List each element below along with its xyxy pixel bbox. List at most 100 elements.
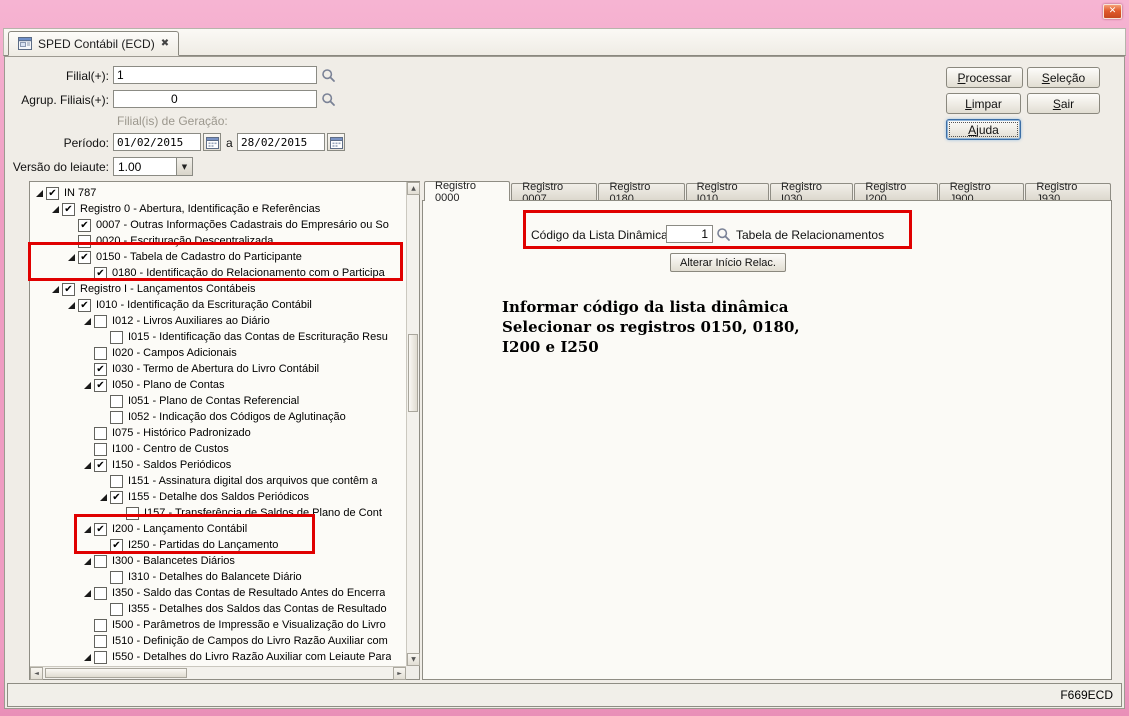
tree-expand-icon[interactable] <box>82 555 94 567</box>
processar-button[interactable]: Processar <box>946 67 1023 88</box>
tree-item-0020[interactable]: 0020 - Escrituração Descentralizada <box>30 233 406 249</box>
tab-registro-j930[interactable]: Registro J930 <box>1025 181 1112 205</box>
tree-checkbox[interactable]: ✔ <box>94 362 107 376</box>
tree-item-i150[interactable]: ✔ I150 - Saldos Periódicos <box>30 457 406 473</box>
tree-checkbox[interactable] <box>94 618 107 632</box>
tree-checkbox[interactable] <box>94 442 107 456</box>
tree-item-i075[interactable]: I075 - Histórico Padronizado <box>30 425 406 441</box>
codigo-lista-dinamica-input[interactable] <box>666 225 713 243</box>
tree-vertical-scrollbar[interactable]: ▲ ▼ <box>406 182 420 666</box>
tab-registro-0007[interactable]: Registro 0007 <box>511 181 598 205</box>
filial-input[interactable] <box>113 66 317 84</box>
search-icon[interactable] <box>321 92 336 107</box>
tab-registro-i010[interactable]: Registro I010 <box>685 181 770 205</box>
tab-registro-i200[interactable]: Registro I200 <box>854 181 938 205</box>
tree-expand-icon[interactable] <box>66 251 78 263</box>
tree-item-i052[interactable]: I052 - Indicação dos Códigos de Aglutina… <box>30 409 406 425</box>
tree-checkbox[interactable]: ✔ <box>94 378 107 392</box>
tree-item-i350[interactable]: I350 - Saldo das Contas de Resultado Ant… <box>30 585 406 601</box>
tree-checkbox[interactable] <box>110 474 123 488</box>
alterar-inicio-relac-button[interactable]: Alterar Início Relac. <box>670 253 786 272</box>
tree-item-in[interactable]: ✔ IN 787 <box>30 185 406 201</box>
tree-item-i500[interactable]: I500 - Parâmetros de Impressão e Visuali… <box>30 617 406 633</box>
tree-checkbox[interactable] <box>94 634 107 648</box>
tab-close-icon[interactable]: ✖ <box>161 38 169 49</box>
tree-checkbox[interactable]: ✔ <box>78 250 91 264</box>
chevron-down-icon[interactable]: ▼ <box>176 158 192 175</box>
tree-item-i100[interactable]: I100 - Centro de Custos <box>30 441 406 457</box>
tree-checkbox[interactable]: ✔ <box>94 522 107 536</box>
tree-item-i012[interactable]: I012 - Livros Auxiliares ao Diário <box>30 313 406 329</box>
calendar-icon[interactable] <box>327 133 345 151</box>
tree-expand-icon[interactable] <box>50 283 62 295</box>
tree-expand-icon[interactable] <box>34 187 46 199</box>
limpar-button[interactable]: Limpar <box>946 93 1021 114</box>
tree-item-0150[interactable]: ✔ 0150 - Tabela de Cadastro do Participan… <box>30 249 406 265</box>
versao-leiaute-select[interactable]: 1.00 ▼ <box>113 157 193 176</box>
tree-checkbox[interactable] <box>94 554 107 568</box>
scroll-left-icon[interactable]: ◄ <box>30 667 43 680</box>
horizontal-scroll-thumb[interactable] <box>45 668 187 678</box>
tree-checkbox[interactable] <box>110 570 123 584</box>
tree-checkbox[interactable]: ✔ <box>62 202 75 216</box>
tree-checkbox[interactable]: ✔ <box>94 458 107 472</box>
tree-checkbox[interactable]: ✔ <box>78 218 91 232</box>
tree-item-0180[interactable]: ✔ 0180 - Identificação do Relacionamento … <box>30 265 406 281</box>
tree-checkbox[interactable] <box>94 314 107 328</box>
tab-sped-contabil-ecd[interactable]: SPED Contábil (ECD) ✖ <box>8 31 180 56</box>
tree-item-i010[interactable]: ✔ I010 - Identificação da Escrituração Co… <box>30 297 406 313</box>
tree-item-i355[interactable]: I355 - Detalhes dos Saldos das Contas de… <box>30 601 406 617</box>
search-icon[interactable] <box>716 227 731 242</box>
tree-item-registro[interactable]: ✔ Registro 0 - Abertura, Identificação e … <box>30 201 406 217</box>
tree-item-i020[interactable]: I020 - Campos Adicionais <box>30 345 406 361</box>
tree-expand-icon[interactable] <box>82 315 94 327</box>
periodo-from-input[interactable] <box>113 133 201 151</box>
tree-horizontal-scrollbar[interactable]: ◄ ► <box>30 666 406 680</box>
periodo-to-input[interactable] <box>237 133 325 151</box>
tree-checkbox[interactable]: ✔ <box>110 490 123 504</box>
sair-button[interactable]: Sair <box>1027 93 1100 114</box>
vertical-scroll-thumb[interactable] <box>408 334 418 412</box>
tree-checkbox[interactable] <box>110 394 123 408</box>
tree-checkbox[interactable]: ✔ <box>94 266 107 280</box>
tree-expand-icon[interactable] <box>82 587 94 599</box>
tree-checkbox[interactable] <box>110 330 123 344</box>
tree-expand-icon[interactable] <box>82 651 94 663</box>
tree-item-i310[interactable]: I310 - Detalhes do Balancete Diário <box>30 569 406 585</box>
tree-expand-icon[interactable] <box>82 523 94 535</box>
scroll-down-icon[interactable]: ▼ <box>407 653 420 666</box>
tree-checkbox[interactable]: ✔ <box>110 538 123 552</box>
tree-item-i050[interactable]: ✔ I050 - Plano de Contas <box>30 377 406 393</box>
scroll-up-icon[interactable]: ▲ <box>407 182 420 195</box>
tree-item-i300[interactable]: I300 - Balancetes Diários <box>30 553 406 569</box>
tree-item-i157[interactable]: I157 - Transferência de Saldos de Plano … <box>30 505 406 521</box>
tab-registro-0180[interactable]: Registro 0180 <box>598 181 685 205</box>
ajuda-button[interactable]: Ajuda <box>946 119 1021 140</box>
tree-item-i155[interactable]: ✔ I155 - Detalhe dos Saldos Periódicos <box>30 489 406 505</box>
tree-item-0007[interactable]: ✔ 0007 - Outras Informações Cadastrais do… <box>30 217 406 233</box>
tree-checkbox[interactable] <box>94 426 107 440</box>
tree-checkbox[interactable] <box>110 410 123 424</box>
tree-item-i200[interactable]: ✔ I200 - Lançamento Contábil <box>30 521 406 537</box>
tree-item-i510[interactable]: I510 - Definição de Campos do Livro Razã… <box>30 633 406 649</box>
tree-item-i250[interactable]: ✔ I250 - Partidas do Lançamento <box>30 537 406 553</box>
tree-expand-icon[interactable] <box>98 491 110 503</box>
tree-item-i015[interactable]: I015 - Identificação das Contas de Escri… <box>30 329 406 345</box>
tree-item-i550[interactable]: I550 - Detalhes do Livro Razão Auxiliar … <box>30 649 406 665</box>
tree-item-i051[interactable]: I051 - Plano de Contas Referencial <box>30 393 406 409</box>
tree-expand-icon[interactable] <box>82 379 94 391</box>
tree-checkbox[interactable]: ✔ <box>78 298 91 312</box>
tree-item-registro[interactable]: ✔ Registro I - Lançamentos Contábeis <box>30 281 406 297</box>
tree-checkbox[interactable] <box>126 506 139 520</box>
tree-expand-icon[interactable] <box>50 203 62 215</box>
tree-expand-icon[interactable] <box>66 299 78 311</box>
tree-checkbox[interactable] <box>110 602 123 616</box>
tree-checkbox[interactable] <box>94 586 107 600</box>
window-close-button[interactable]: ✕ <box>1103 4 1122 19</box>
tab-registro-i030[interactable]: Registro I030 <box>770 181 854 205</box>
calendar-icon[interactable] <box>203 133 221 151</box>
agrup-filiais-input[interactable] <box>113 90 317 108</box>
tab-registro-j900[interactable]: Registro J900 <box>938 181 1025 205</box>
search-icon[interactable] <box>321 68 336 83</box>
tree-expand-icon[interactable] <box>82 459 94 471</box>
